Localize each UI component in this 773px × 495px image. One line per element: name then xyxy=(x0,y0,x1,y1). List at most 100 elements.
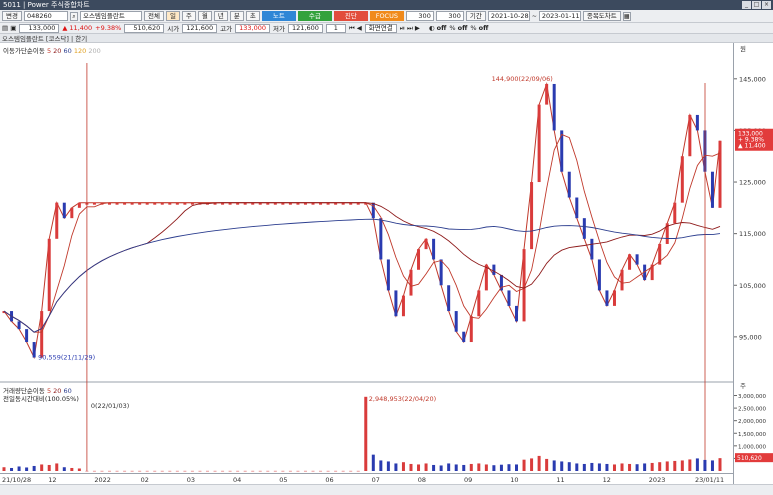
date-tick-label: 2023 xyxy=(649,476,666,484)
period-day-button[interactable]: 일 xyxy=(165,11,180,21)
quote-bar: ▤ ▣ 133,000 ▲ 11,400 +9.38% 510,620 시가 1… xyxy=(0,23,773,34)
volume-bar xyxy=(499,464,503,471)
candle xyxy=(409,269,413,296)
candle xyxy=(537,104,541,183)
screen-link-button[interactable]: 화면연결 xyxy=(364,23,397,33)
date-tick-label: 02 xyxy=(141,476,149,484)
stock-name-field[interactable]: 오스템임플란트 xyxy=(79,11,142,21)
stock-chart[interactable]: 144,900(22/09/06) 90,559(21/11/29) 2,948,9… xyxy=(0,43,733,488)
volume-bar xyxy=(635,464,639,471)
nav-icons[interactable]: ⏯ ⏭ ▶ xyxy=(400,24,420,33)
volume-bar xyxy=(454,464,458,471)
volume-bar xyxy=(85,470,89,472)
volume-bar xyxy=(386,461,390,471)
volume-bar xyxy=(17,466,21,471)
chevron-icon[interactable]: ⏮ ◀ xyxy=(349,24,362,33)
candle xyxy=(552,83,556,131)
candle xyxy=(424,238,428,250)
count-input-2[interactable]: 300 xyxy=(435,11,464,21)
volume-bar xyxy=(658,462,662,471)
period-year-button[interactable]: 년 xyxy=(213,11,228,21)
volume-bar xyxy=(138,470,142,472)
diagnosis-button[interactable]: 진단 xyxy=(333,11,368,21)
date-to-input[interactable]: 2023-01-11 xyxy=(538,11,581,21)
volume-bar xyxy=(341,470,345,472)
toggle-2[interactable]: % off xyxy=(449,24,467,32)
volume-bar xyxy=(62,467,66,471)
candle xyxy=(718,140,722,208)
candle xyxy=(673,202,677,224)
date-tick-label: 04 xyxy=(233,476,241,484)
volume-bar xyxy=(507,464,511,471)
high-value: 133,000 xyxy=(235,23,270,33)
open-value: 121,600 xyxy=(182,23,218,33)
volume-bar xyxy=(394,463,398,471)
date-axis-svg: 21/10/28 12 2022 02 03 04 05 06 07 08 09 10 11 12 2023… xyxy=(2,476,724,484)
volume-bar xyxy=(40,464,44,471)
ma-line xyxy=(3,218,721,333)
volume-bar xyxy=(55,463,59,471)
volume-bar xyxy=(168,470,172,472)
all-button[interactable]: 전체 xyxy=(143,11,164,21)
focus-button[interactable]: FOCUS xyxy=(369,11,404,21)
period-week-button[interactable]: 주 xyxy=(181,11,196,21)
volume-bar xyxy=(379,460,383,471)
toggle-1[interactable]: ◐ off xyxy=(429,24,446,32)
volume-bar xyxy=(424,463,428,471)
volume-bar xyxy=(409,463,413,471)
chart-area[interactable]: 144,900(22/09/06) 90,559(21/11/29) 2,948,9… xyxy=(0,43,733,488)
period-month-button[interactable]: 월 xyxy=(197,11,212,21)
ma-line xyxy=(3,133,721,333)
page-select[interactable]: 1 xyxy=(325,23,346,33)
candle xyxy=(40,311,44,358)
volume-bar xyxy=(334,470,338,472)
date-from-input[interactable]: 2021-10-28 xyxy=(487,11,530,21)
main-toolbar: 변경 048260 ⌕ 오스템임플란트 전체 일 주 월 년 분 초 노트 수급… xyxy=(0,10,773,23)
date-tick-label: 10 xyxy=(510,476,518,484)
volume-axis-unit: 주 xyxy=(740,382,746,390)
status-bar xyxy=(0,484,773,495)
mode-button[interactable]: 변경 xyxy=(2,11,22,21)
close-button[interactable]: × xyxy=(762,1,771,9)
candle xyxy=(620,269,624,291)
volume-bar xyxy=(545,458,549,471)
maximize-button[interactable]: □ xyxy=(752,1,761,9)
current-change-label: ▲ 11,400 xyxy=(738,143,766,150)
date-tick-label: 05 xyxy=(279,476,287,484)
tab-chart-icon[interactable]: ▤ ▣ xyxy=(2,24,16,32)
note-button[interactable]: 노트 xyxy=(261,11,296,21)
candle xyxy=(92,202,96,205)
candle xyxy=(394,290,398,317)
volume-bar xyxy=(447,463,451,471)
window-title: 5011 | Power 주식종합차트 xyxy=(3,1,90,9)
date-axis: 21/10/28 12 2022 02 03 04 05 06 07 08 09 10 11 12 2023… xyxy=(0,473,733,484)
volume-bar xyxy=(47,464,51,471)
period-label[interactable]: 기간 xyxy=(465,11,486,21)
layout-icon[interactable]: ▦ xyxy=(622,11,631,21)
candle xyxy=(462,331,466,343)
tab-stock[interactable]: 오스템임플란트 [코스닥] | 한기 xyxy=(2,33,87,43)
period-second-button[interactable]: 초 xyxy=(245,11,260,21)
low-annotation: 90,559(21/11/29) xyxy=(38,354,95,362)
candle xyxy=(492,264,496,275)
candle xyxy=(590,238,594,260)
date-tick-label: 08 xyxy=(418,476,426,484)
date-tick-label: 06 xyxy=(325,476,333,484)
volume-bar xyxy=(108,470,112,472)
volume-bar xyxy=(243,470,247,472)
stock-code-input[interactable]: 048260 xyxy=(23,11,68,21)
date-tick-label: 12 xyxy=(48,476,56,484)
period-minute-button[interactable]: 분 xyxy=(229,11,244,21)
minimize-button[interactable]: _ xyxy=(742,1,751,9)
supply-button[interactable]: 수급 xyxy=(297,11,332,21)
toggle-3[interactable]: % off xyxy=(470,24,488,32)
candle xyxy=(635,254,639,265)
date-tick-label: 2022 xyxy=(94,476,111,484)
count-input-1[interactable]: 300 xyxy=(405,11,434,21)
volume-bar xyxy=(665,461,669,471)
volume-bar xyxy=(160,470,164,472)
search-icon[interactable]: ⌕ xyxy=(69,11,78,21)
compare-chart-button[interactable]: 종목도차트 xyxy=(582,11,621,21)
price-axis[interactable]: 145,000135,000125,000115,000105,00095,00… xyxy=(733,43,773,488)
price-rate: +9.38% xyxy=(95,24,122,32)
